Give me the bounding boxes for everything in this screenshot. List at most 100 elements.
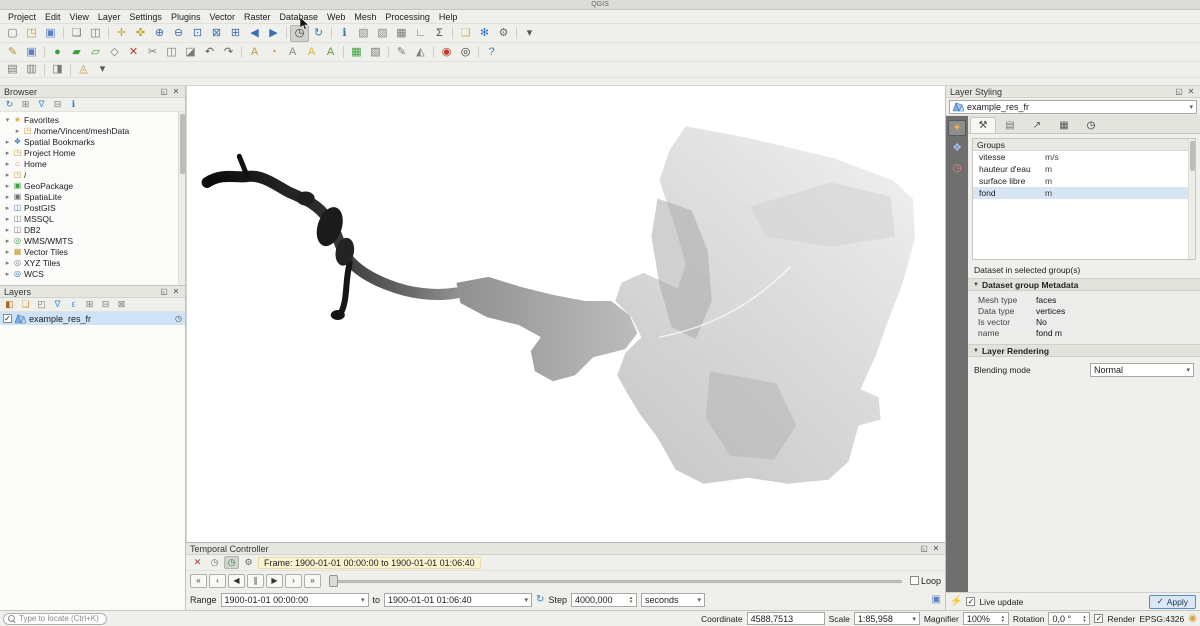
- refresh-range-icon[interactable]: ↻: [536, 595, 544, 605]
- temporal-slider[interactable]: [329, 574, 902, 588]
- dataset-group-row[interactable]: surface libre m: [973, 175, 1195, 187]
- auto-apply-icon[interactable]: ⚡: [950, 597, 962, 607]
- float-panel-icon[interactable]: ◱: [1174, 87, 1184, 97]
- branch-expander-icon[interactable]: ▸: [4, 138, 11, 146]
- add-layer-dropdown-icon[interactable]: ▾: [520, 25, 539, 42]
- metadata-section-header[interactable]: ▼ Dataset group Metadata: [968, 278, 1200, 291]
- add-selected-layers-icon[interactable]: ⊞: [18, 98, 33, 111]
- skip-to-end-button[interactable]: »: [304, 574, 321, 588]
- branch-expander-icon[interactable]: ▸: [4, 270, 11, 278]
- pin-labels-icon[interactable]: A: [283, 44, 302, 61]
- menu-item[interactable]: Web: [323, 11, 349, 23]
- menu-item[interactable]: Processing: [381, 11, 434, 23]
- add-point-icon[interactable]: ●: [48, 44, 67, 61]
- properties-widget-icon[interactable]: ℹ: [66, 98, 81, 111]
- move-label-icon[interactable]: A: [321, 44, 340, 61]
- transparency-tab-icon[interactable]: ❖: [948, 140, 966, 156]
- branch-expander-icon[interactable]: ▸: [4, 259, 11, 267]
- save-edits-icon[interactable]: ▣: [22, 44, 41, 61]
- text-annotation-icon[interactable]: ✎: [392, 44, 411, 61]
- branch-expander-icon[interactable]: ▸: [4, 248, 11, 256]
- redo-icon[interactable]: ↷: [219, 44, 238, 61]
- menu-item[interactable]: Vector: [205, 11, 239, 23]
- temporal-settings-icon[interactable]: ⚙: [241, 556, 256, 569]
- history-tab-icon[interactable]: ◷: [948, 160, 966, 176]
- mesh-reindex-icon[interactable]: ▥: [22, 61, 41, 78]
- browser-item-root[interactable]: ▸ ◳ /: [0, 169, 185, 180]
- dataset-group-row[interactable]: vitesse m/s: [973, 151, 1195, 163]
- averaging-tab[interactable]: ◷: [1078, 117, 1104, 133]
- map-canvas[interactable]: [186, 86, 945, 542]
- filter-legend-icon[interactable]: ∇: [50, 298, 65, 311]
- identify-features-icon[interactable]: ℹ: [335, 25, 354, 42]
- float-panel-icon[interactable]: ◱: [159, 287, 169, 297]
- add-line-icon[interactable]: ▰: [67, 44, 86, 61]
- browser-item-meshdata[interactable]: ▸ ◳ /home/Vincent/meshData: [0, 125, 185, 136]
- float-panel-icon[interactable]: ◱: [919, 544, 929, 554]
- delete-selected-icon[interactable]: ✕: [124, 44, 143, 61]
- menu-item[interactable]: Database: [276, 11, 323, 23]
- layer-labeling-icon[interactable]: A: [245, 44, 264, 61]
- processing-toolbox-icon[interactable]: ✻: [475, 25, 494, 42]
- temporal-controller-icon[interactable]: ◷: [290, 25, 309, 42]
- mesh-digitizing-icon[interactable]: ▦: [347, 44, 366, 61]
- styling-layer-combo[interactable]: example_res_fr ▾: [949, 100, 1197, 114]
- browser-item-postgis[interactable]: ▸ ◫ PostGIS: [0, 202, 185, 213]
- loop-checkbox[interactable]: [910, 576, 919, 585]
- messages-icon[interactable]: ◉: [1188, 614, 1197, 624]
- export-animation-button[interactable]: ▣: [932, 595, 941, 605]
- layout-manager-icon[interactable]: ◫: [86, 25, 105, 42]
- georeferencer-icon[interactable]: ◨: [48, 61, 67, 78]
- apply-button[interactable]: ✓ Apply: [1149, 595, 1196, 609]
- coordinate-input[interactable]: 4588,7513: [747, 612, 825, 625]
- topology-checker-icon[interactable]: ◬: [74, 61, 93, 78]
- form-annotation-icon[interactable]: ◭: [411, 44, 430, 61]
- branch-expander-icon[interactable]: ▸: [4, 149, 11, 157]
- vectors-tab[interactable]: ↗: [1024, 117, 1050, 133]
- vertex-tool-icon[interactable]: ◇: [105, 44, 124, 61]
- dataset-group-row[interactable]: fond m: [973, 187, 1195, 199]
- rendering-tab[interactable]: ▦: [1051, 117, 1077, 133]
- open-attribute-table-icon[interactable]: ▦: [392, 25, 411, 42]
- crs-status-button[interactable]: EPSG:4326: [1139, 614, 1184, 624]
- refresh-browser-icon[interactable]: ↻: [2, 98, 17, 111]
- browser-scrollbar[interactable]: [178, 112, 185, 285]
- deselect-features-icon[interactable]: ▧: [373, 25, 392, 42]
- browser-item-spatialite[interactable]: ▸ ▣ SpatiaLite: [0, 191, 185, 202]
- python-console-icon[interactable]: ⚙: [494, 25, 513, 42]
- menu-item[interactable]: Help: [435, 11, 462, 23]
- layer-visibility-checkbox[interactable]: ✓: [3, 314, 12, 323]
- remove-layer-icon[interactable]: ⊠: [114, 298, 129, 311]
- zoom-out-icon[interactable]: ⊖: [169, 25, 188, 42]
- menu-item[interactable]: Edit: [41, 11, 65, 23]
- open-layer-styling-icon[interactable]: ◧: [2, 298, 17, 311]
- help-icon[interactable]: ?: [482, 44, 501, 61]
- zoom-in-icon[interactable]: ⊕: [150, 25, 169, 42]
- menu-item[interactable]: Project: [4, 11, 40, 23]
- layer-rendering-section-header[interactable]: ▼ Layer Rendering: [968, 344, 1200, 357]
- branch-expander-icon[interactable]: ▸: [4, 215, 11, 223]
- branch-expander-icon[interactable]: ▸: [14, 127, 21, 135]
- manage-map-themes-icon[interactable]: ◰: [34, 298, 49, 311]
- mesh-calculator-icon[interactable]: ▤: [3, 61, 22, 78]
- pan-to-selection-icon[interactable]: ✜: [131, 25, 150, 42]
- branch-expander-icon[interactable]: ▸: [4, 193, 11, 201]
- zoom-next-icon[interactable]: ▶: [264, 25, 283, 42]
- groups-scrollbar[interactable]: [1188, 139, 1195, 259]
- branch-expander-icon[interactable]: ▸: [4, 160, 11, 168]
- browser-item-home[interactable]: ▸ ⌂ Home: [0, 158, 185, 169]
- branch-expander-icon[interactable]: ▸: [4, 226, 11, 234]
- highlight-labels-icon[interactable]: A: [302, 44, 321, 61]
- dataset-group-row[interactable]: hauteur d'eau m: [973, 163, 1195, 175]
- previous-frame-button[interactable]: ‹: [209, 574, 226, 588]
- next-frame-button[interactable]: ›: [285, 574, 302, 588]
- new-map-view-icon[interactable]: ❏: [456, 25, 475, 42]
- live-update-checkbox[interactable]: ✓: [966, 597, 975, 606]
- new-project-icon[interactable]: ▢: [3, 25, 22, 42]
- browser-item-geopackage[interactable]: ▸ ▣ GeoPackage: [0, 180, 185, 191]
- menu-item[interactable]: Mesh: [350, 11, 380, 23]
- symbology-tab-icon[interactable]: ✦: [948, 120, 966, 136]
- browser-item-wcs[interactable]: ▸ ◎ WCS: [0, 268, 185, 279]
- cut-features-icon[interactable]: ✂: [143, 44, 162, 61]
- branch-expander-icon[interactable]: ▸: [4, 204, 11, 212]
